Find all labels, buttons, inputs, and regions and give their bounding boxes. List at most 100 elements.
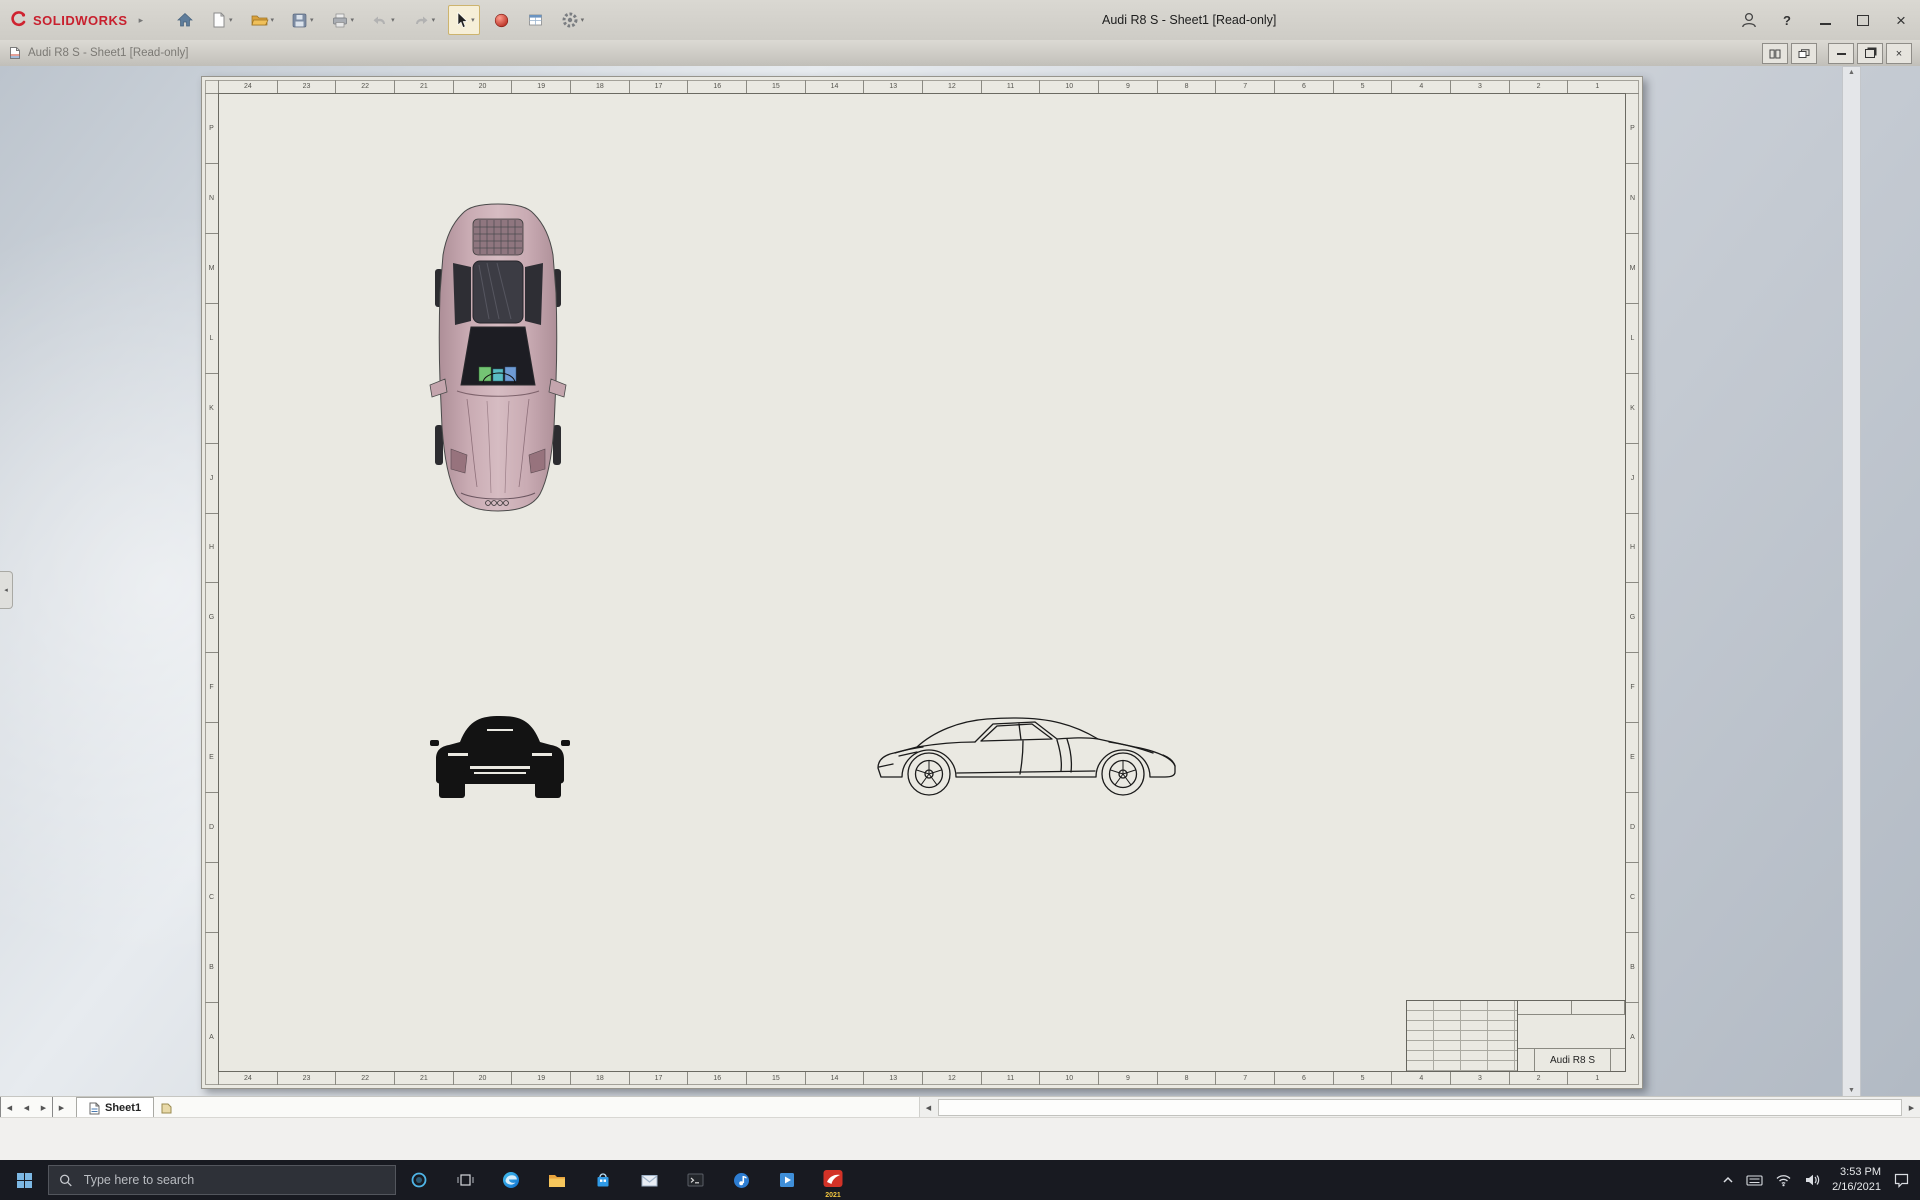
add-sheet-icon (161, 1103, 172, 1113)
horizontal-scroll-thumb[interactable] (938, 1099, 1902, 1116)
zone-label: 18 (570, 80, 629, 93)
brand-flyout-arrow-icon[interactable]: ▸ (139, 15, 144, 26)
taskbar-clock[interactable]: 3:53 PM 2/16/2021 (1832, 1165, 1881, 1195)
network-button[interactable] (1775, 1173, 1792, 1187)
dropdown-caret-icon[interactable]: ▾ (391, 16, 395, 24)
zone-label: 13 (863, 80, 922, 93)
tile-windows-button[interactable] (1762, 43, 1788, 64)
zone-label: 22 (335, 80, 394, 93)
cascade-windows-button[interactable] (1791, 43, 1817, 64)
start-button[interactable] (0, 1160, 48, 1200)
command-prompt-button[interactable] (672, 1160, 718, 1200)
vertical-scrollbar[interactable]: ▲ ▼ (1842, 66, 1861, 1096)
doc-close-button[interactable]: × (1886, 43, 1912, 64)
groove-music-button[interactable] (718, 1160, 764, 1200)
movies-tv-button[interactable] (764, 1160, 810, 1200)
open-button[interactable]: ▾ (246, 6, 279, 34)
close-button[interactable]: × (1882, 0, 1920, 40)
zone-label: 9 (1098, 1072, 1157, 1085)
zone-label: 16 (687, 1072, 746, 1085)
account-button[interactable] (1730, 0, 1768, 40)
drawing-view-side[interactable] (871, 711, 1187, 799)
brand-label: SOLIDWORKS (33, 12, 128, 28)
horizontal-scrollbar[interactable]: ◀ ▶ (920, 1097, 1920, 1118)
sheet-tab-label: Sheet1 (105, 1102, 142, 1114)
gear-icon (562, 12, 578, 28)
minimize-button[interactable] (1806, 0, 1844, 40)
drawing-view-top[interactable] (427, 201, 569, 512)
doc-minimize-button[interactable] (1828, 43, 1854, 64)
open-folder-icon (251, 15, 269, 26)
zone-label: 21 (394, 1072, 453, 1085)
cortana-button[interactable] (396, 1160, 442, 1200)
redo-button[interactable]: ▾ (408, 6, 440, 34)
drawing-sheet[interactable]: 24 23 22 21 20 19 18 17 16 15 14 13 12 11 10 9 8 7 6 5 4 3 2 1 … (201, 76, 1643, 1089)
sheet-page-icon (89, 1102, 100, 1114)
zone-label: A (205, 1001, 218, 1072)
previous-sheet-button[interactable]: ◀ (18, 1097, 35, 1118)
last-sheet-button[interactable]: ▶ (52, 1097, 70, 1118)
solidworks-taskbar-button[interactable]: 2021 (810, 1160, 856, 1200)
appearance-button[interactable] (489, 6, 514, 34)
restore-icon (1865, 49, 1875, 58)
feature-panel-collapse-tab[interactable]: ◂ (0, 571, 13, 609)
zone-label: 12 (922, 1072, 981, 1085)
maximize-button[interactable] (1844, 0, 1882, 40)
minimize-icon (1819, 16, 1831, 25)
dropdown-caret-icon[interactable]: ▾ (310, 16, 314, 24)
volume-button[interactable] (1804, 1173, 1820, 1187)
print-button[interactable]: ▾ (327, 6, 359, 34)
minimize-icon (1836, 52, 1846, 55)
tray-expand-button[interactable] (1722, 1175, 1734, 1185)
title-block[interactable]: Audi R8 S (1406, 1000, 1626, 1072)
home-button[interactable] (172, 6, 198, 34)
dropdown-caret-icon[interactable]: ▾ (432, 16, 436, 24)
undo-button[interactable]: ▾ (367, 6, 399, 34)
dropdown-caret-icon[interactable]: ▾ (471, 16, 475, 24)
first-sheet-button[interactable]: ◀ (0, 1097, 18, 1118)
options-button[interactable]: ▾ (557, 6, 589, 34)
windows-taskbar: 2021 (0, 1160, 1920, 1200)
save-button[interactable]: ▾ (287, 6, 318, 34)
title-block-table (1407, 1001, 1518, 1071)
doc-restore-button[interactable] (1857, 43, 1883, 64)
sheet-tab-bar: ◀ ◀ ▶ ▶ Sheet1 ◀ ▶ (0, 1096, 1920, 1118)
scroll-right-icon[interactable]: ▶ (1903, 1097, 1920, 1118)
edge-button[interactable] (488, 1160, 534, 1200)
store-button[interactable] (580, 1160, 626, 1200)
taskbar-search[interactable] (48, 1165, 396, 1195)
sheet-properties-button[interactable] (523, 6, 548, 34)
new-document-button[interactable]: ▾ (207, 6, 237, 34)
touch-keyboard-button[interactable] (1746, 1174, 1763, 1187)
zone-label: H (205, 512, 218, 583)
scroll-up-icon[interactable]: ▲ (1848, 67, 1855, 79)
solidworks-brand[interactable]: SOLIDWORKS ▸ (0, 11, 143, 29)
zone-label: D (1626, 792, 1639, 862)
scroll-left-icon[interactable]: ◀ (920, 1097, 937, 1118)
zone-label: 14 (804, 1072, 864, 1085)
scroll-down-icon[interactable]: ▼ (1848, 1085, 1855, 1096)
select-tool-button[interactable]: ▾ (448, 5, 480, 35)
zone-label: C (205, 862, 218, 932)
zone-label: M (205, 232, 218, 303)
graphics-area[interactable]: 24 23 22 21 20 19 18 17 16 15 14 13 12 11 10 9 8 7 6 5 4 3 2 1 … (0, 66, 1920, 1096)
task-view-button[interactable] (442, 1160, 488, 1200)
zone-label: 20 (452, 1072, 512, 1085)
cortana-icon (411, 1172, 427, 1188)
mail-button[interactable] (626, 1160, 672, 1200)
add-sheet-button[interactable] (154, 1097, 180, 1118)
drawing-document-icon (10, 47, 20, 59)
dropdown-caret-icon[interactable]: ▾ (271, 16, 275, 24)
action-center-button[interactable] (1893, 1172, 1910, 1188)
drawing-view-front[interactable] (430, 709, 570, 801)
zone-label: 14 (804, 80, 864, 93)
dropdown-caret-icon[interactable]: ▾ (351, 16, 355, 24)
file-explorer-button[interactable] (534, 1160, 580, 1200)
search-input[interactable] (81, 1172, 385, 1188)
tab-sheet1[interactable]: Sheet1 (76, 1097, 155, 1118)
dropdown-caret-icon[interactable]: ▾ (229, 16, 233, 24)
save-floppy-icon (292, 13, 307, 27)
dropdown-caret-icon[interactable]: ▾ (581, 16, 585, 24)
next-sheet-button[interactable]: ▶ (35, 1097, 52, 1118)
help-button[interactable]: ? (1768, 0, 1806, 40)
